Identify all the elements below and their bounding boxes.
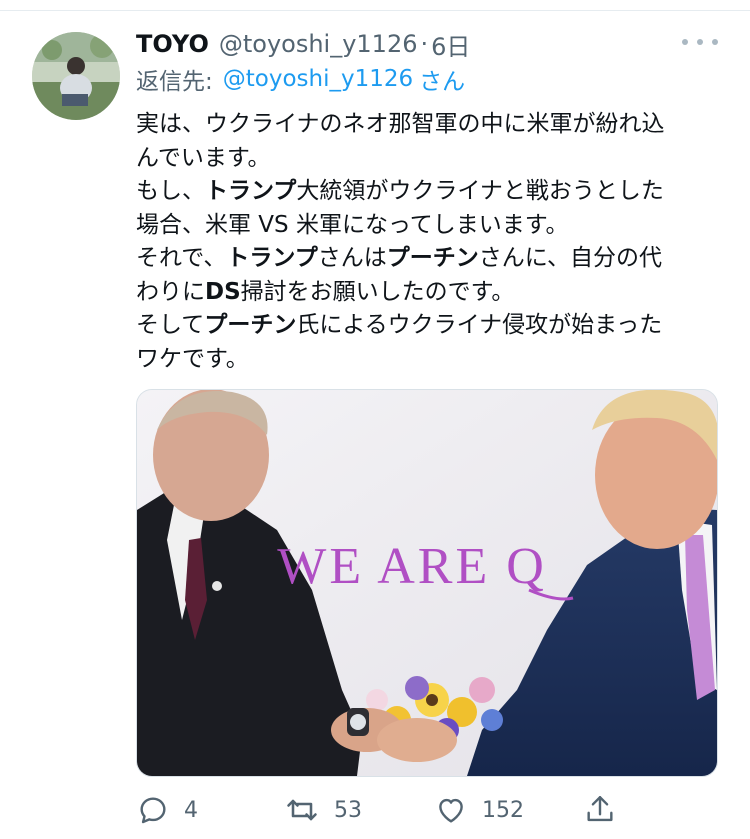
text-segment: わりに xyxy=(136,278,205,305)
more-dots-icon[interactable] xyxy=(682,32,718,52)
bold-term: DS xyxy=(205,278,241,305)
bold-term: プーチン xyxy=(204,312,297,338)
display-name[interactable]: TOYO xyxy=(136,30,209,58)
like-button[interactable]: 152 xyxy=(434,790,524,830)
share-button[interactable] xyxy=(583,790,617,830)
tweet-text-line: 実は、ウクライナのネオ那智軍の中に米軍が紛れ込 xyxy=(136,108,721,142)
more-dot xyxy=(697,39,703,45)
like-count: 152 xyxy=(482,797,524,823)
tweet-text-line: もし、トランプ大統領がウクライナと戦おうとした xyxy=(136,175,721,209)
reply-button[interactable]: 4 xyxy=(136,790,198,830)
text-segment: さんは xyxy=(317,245,387,271)
reply-handle-link[interactable]: @toyoshi_y1126 xyxy=(223,66,413,92)
text-segment: 場合、米軍 VS 米軍になってしまいます。 xyxy=(136,211,569,238)
avatar[interactable] xyxy=(32,32,120,120)
text-segment: んでいます。 xyxy=(136,144,271,171)
text-segment: ワケです。 xyxy=(136,345,249,372)
text-segment: 掃討をお願いしたのです。 xyxy=(240,278,515,305)
image-caption: WE ARE Q xyxy=(277,538,547,595)
replying-to: 返信先: @toyoshi_y1126 さん xyxy=(136,62,465,96)
tweet-image[interactable]: WE ARE Q xyxy=(136,389,718,777)
separator-dot: · xyxy=(420,30,429,58)
bold-term: プーチン xyxy=(386,245,479,271)
retweet-icon xyxy=(284,792,320,828)
text-segment: 氏によるウクライナ侵攻が始まった xyxy=(296,312,663,338)
more-dot xyxy=(712,39,718,45)
tweet-text-line: んでいます。 xyxy=(136,142,721,176)
reply-count: 4 xyxy=(184,797,198,823)
reply-icon xyxy=(136,793,170,827)
reply-suffix: さん xyxy=(419,69,466,95)
tweet-text: 実は、ウクライナのネオ那智軍の中に米軍が紛れ込 んでいます。 もし、トランプ大統領が… xyxy=(136,108,721,376)
text-segment: 実は、ウクライナのネオ那智軍の中に米軍が紛れ込 xyxy=(136,111,665,137)
tweet-text-line: わりにDS掃討をお願いしたのです。 xyxy=(136,276,721,310)
bold-term: トランプ xyxy=(205,178,297,204)
text-segment: 大統領がウクライナと戦おうとした xyxy=(296,178,664,204)
user-handle[interactable]: @toyoshi_y1126 xyxy=(219,30,418,58)
text-segment: それで、 xyxy=(136,245,227,271)
like-icon xyxy=(434,793,468,827)
more-dot xyxy=(682,39,688,45)
tweet-time[interactable]: 6日 xyxy=(431,27,470,62)
share-icon xyxy=(583,793,617,827)
text-segment: もし、 xyxy=(136,178,205,204)
tweet-text-line: ワケです。 xyxy=(136,343,721,377)
bold-term: トランプ xyxy=(226,245,318,271)
tweet-text-line: そしてプーチン氏によるウクライナ侵攻が始まった xyxy=(136,309,721,343)
reply-prefix: 返信先: xyxy=(136,69,213,95)
action-bar: 4 53 152 xyxy=(136,790,626,830)
tweet-text-line: それで、トランプさんはプーチンさんに、自分の代 xyxy=(136,242,721,276)
tweet-text-line: 場合、米軍 VS 米軍になってしまいます。 xyxy=(136,209,721,243)
tweet-header: TOYO @toyoshi_y1126 · 6日 xyxy=(136,27,470,62)
text-segment: さんに、自分の代 xyxy=(478,245,663,271)
retweet-button[interactable]: 53 xyxy=(284,790,362,830)
text-segment: そして xyxy=(136,312,205,338)
top-divider xyxy=(0,10,750,11)
retweet-count: 53 xyxy=(334,797,362,823)
